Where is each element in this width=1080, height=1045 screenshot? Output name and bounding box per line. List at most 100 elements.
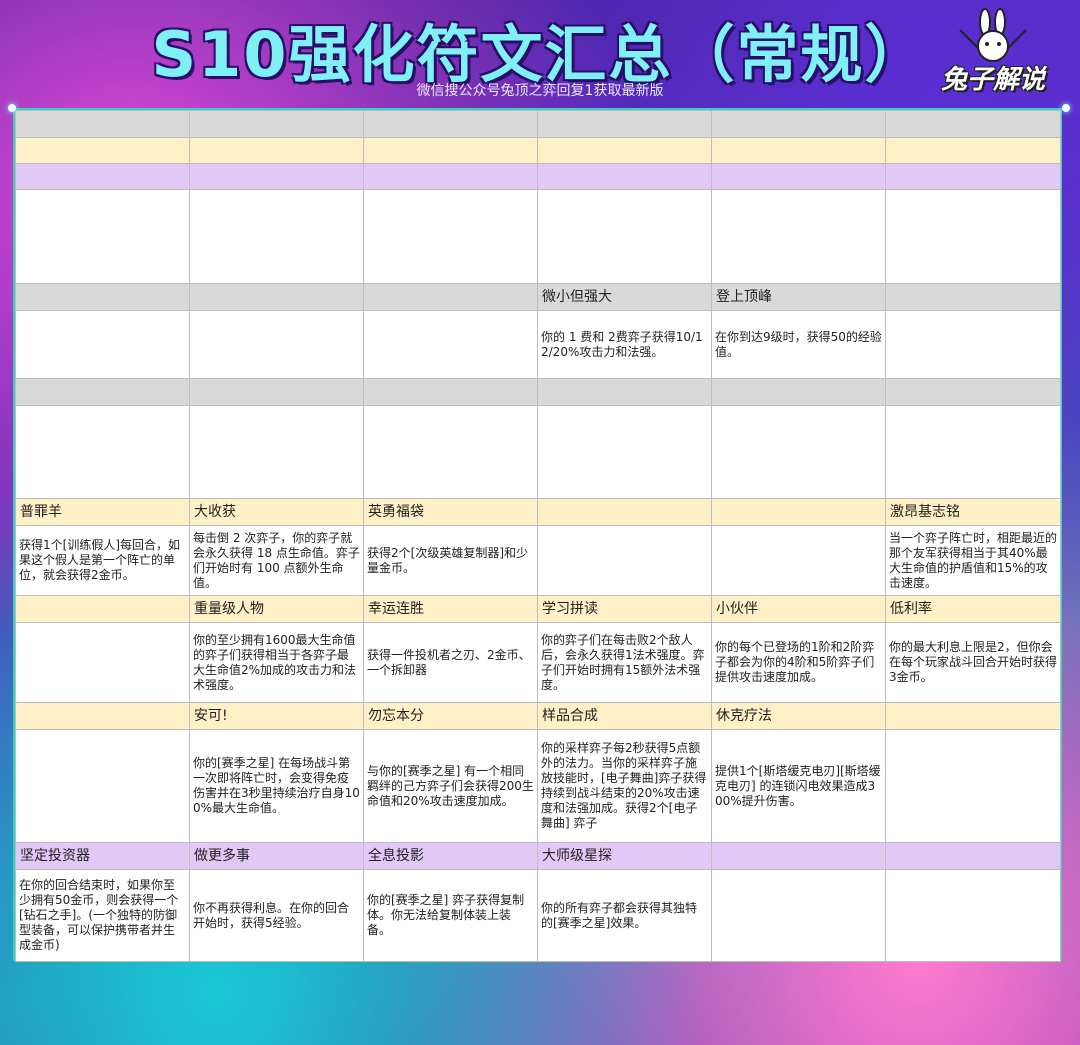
rune-name-cell	[885, 283, 1061, 311]
rune-description-row: 你的 1 费和 2费弈子获得10/12/20%攻击力和法强。 在你到达9级时，获得…	[15, 310, 1061, 379]
rune-description-cell: 获得2个[次级英雄复制器]和少量金币。	[363, 525, 538, 596]
rune-name-cell	[15, 163, 190, 190]
rune-name-row: 微小但强大 登上顶峰	[15, 283, 1061, 311]
rune-description-cell: 每击倒 2 次弈子，你的弈子就会永久获得 18 点生命值。弈子们开始时有 100…	[189, 525, 364, 596]
rune-description-cell: 你的最大利息上限是2，但你会在每个玩家战斗回合开始时获得3金币。	[885, 622, 1061, 703]
rune-description-cell	[885, 869, 1061, 962]
rune-description-cell: 你的[赛季之星] 弈子获得复制体。你无法给复制体装上装备。	[363, 869, 538, 962]
rune-description-cell: 你的[赛季之星] 在每场战斗第一次即将阵亡时，会变得免疫伤害并在3秒里持续治疗自…	[189, 729, 364, 843]
rune-description-row	[15, 405, 1061, 499]
rune-name-cell	[189, 283, 364, 311]
rune-description-cell: 你不再获得利息。在你的回合开始时，获得5经验。	[189, 869, 364, 962]
rune-name-cell	[15, 110, 190, 138]
rune-name-cell	[711, 137, 886, 164]
rune-description-cell: 在你的回合结束时，如果你至少拥有50金币，则会获得一个[钻石之手]。(一个独特的…	[15, 869, 190, 962]
rune-name-row	[15, 378, 1061, 406]
rune-description-row: 你的至少拥有1600最大生命值的弈子们获得相当于各弈子最大生命值2%加成的攻击力…	[15, 622, 1061, 703]
rune-name-cell	[711, 378, 886, 406]
rune-name-cell: 样品合成	[537, 702, 712, 730]
rune-description-cell: 你的每个已登场的1阶和2阶弈子都会为你的4阶和5阶弈子们提供攻击速度加成。	[711, 622, 886, 703]
rune-name-cell	[537, 378, 712, 406]
rune-description-cell	[537, 525, 712, 596]
rune-description-cell: 提供1个[斯塔缓克电刃][斯塔缓克电刃] 的连锁闪电效果造成300%提升伤害。	[711, 729, 886, 843]
rune-description-row: 你的[赛季之星] 在每场战斗第一次即将阵亡时，会变得免疫伤害并在3秒里持续治疗自…	[15, 729, 1061, 843]
page-subtitle: 微信搜公众号兔顶之弈回复1获取最新版	[416, 83, 664, 99]
rune-name-cell	[189, 137, 364, 164]
rune-description-cell	[885, 729, 1061, 843]
rune-name-cell	[711, 498, 886, 526]
rune-name-cell: 低利率	[885, 595, 1061, 623]
rune-name-cell	[885, 702, 1061, 730]
rune-description-row: 获得1个[训练假人]每回合，如果这个假人是第一个阵亡的单位，就会获得2金币。 每击…	[15, 525, 1061, 596]
rune-description-cell: 在你到达9级时，获得50的经验值。	[711, 310, 886, 379]
rune-description-cell	[15, 405, 190, 499]
rune-description-cell	[363, 189, 538, 284]
rune-name-cell	[363, 378, 538, 406]
rune-name-cell: 重量级人物	[189, 595, 364, 623]
rune-name-cell: 休克疗法	[711, 702, 886, 730]
rune-description-cell	[711, 189, 886, 284]
rune-description-row: 在你的回合结束时，如果你至少拥有50金币，则会获得一个[钻石之手]。(一个独特的…	[15, 869, 1061, 962]
rune-name-cell: 学习拼读	[537, 595, 712, 623]
rune-name-cell	[885, 163, 1061, 190]
rune-name-cell: 激昂基志铭	[885, 498, 1061, 526]
rune-name-cell	[537, 137, 712, 164]
rune-name-cell	[15, 702, 190, 730]
rune-description-cell	[885, 405, 1061, 499]
rune-description-cell	[363, 310, 538, 379]
rune-name-cell: 全息投影	[363, 842, 538, 870]
rune-name-cell: 普罪羊	[15, 498, 190, 526]
rune-description-cell	[15, 189, 190, 284]
rune-name-cell	[711, 110, 886, 138]
rune-name-cell	[363, 110, 538, 138]
rune-name-cell	[15, 378, 190, 406]
rune-name-cell: 微小但强大	[537, 283, 712, 311]
rune-description-cell	[15, 622, 190, 703]
rune-description-cell	[189, 310, 364, 379]
rune-name-cell	[189, 378, 364, 406]
rune-name-cell	[885, 137, 1061, 164]
rune-name-cell	[537, 110, 712, 138]
rune-name-row: 坚定投资器 做更多事 全息投影 大师级星探	[15, 842, 1061, 870]
rune-name-cell: 坚定投资器	[15, 842, 190, 870]
rune-table: 微小但强大 登上顶峰 你的 1 费和 2费弈子获得10/12/20%攻击力和法强。在…	[15, 110, 1061, 962]
rune-name-cell	[363, 137, 538, 164]
rune-description-cell	[15, 310, 190, 379]
rune-name-row: 安可! 勿忘本分 样品合成 休克疗法	[15, 702, 1061, 730]
rune-description-cell	[15, 729, 190, 843]
rune-description-cell: 与你的[赛季之星] 有一个相同羁绊的己方弈子们会获得200生命值和20%攻击速度…	[363, 729, 538, 843]
rune-description-cell	[189, 405, 364, 499]
rune-description-cell	[363, 405, 538, 499]
rune-name-row	[15, 137, 1061, 164]
rune-name-cell	[885, 378, 1061, 406]
rune-name-cell	[885, 842, 1061, 870]
rune-description-cell	[537, 405, 712, 499]
rune-name-row: 普罪羊 大收获 英勇福袋 激昂基志铭	[15, 498, 1061, 526]
rune-description-row	[15, 189, 1061, 284]
rune-description-cell	[885, 310, 1061, 379]
rune-name-cell	[189, 110, 364, 138]
rune-name-cell	[15, 283, 190, 311]
rune-description-cell: 获得1个[训练假人]每回合，如果这个假人是第一个阵亡的单位，就会获得2金币。	[15, 525, 190, 596]
rune-name-cell	[15, 137, 190, 164]
rune-name-cell	[15, 595, 190, 623]
rune-description-cell: 你的 1 费和 2费弈子获得10/12/20%攻击力和法强。	[537, 310, 712, 379]
rune-name-cell: 小伙伴	[711, 595, 886, 623]
rune-name-cell	[537, 498, 712, 526]
rune-name-cell	[537, 163, 712, 190]
rune-name-cell: 做更多事	[189, 842, 364, 870]
rune-description-cell: 获得一件投机者之刃、2金币、一个拆卸器	[363, 622, 538, 703]
rune-name-row	[15, 110, 1061, 138]
rune-name-cell	[189, 163, 364, 190]
rune-name-cell: 登上顶峰	[711, 283, 886, 311]
rune-name-cell: 大师级星探	[537, 842, 712, 870]
brand-logo: 兔子解说	[938, 8, 1048, 98]
rune-name-cell	[711, 842, 886, 870]
rune-description-cell	[537, 189, 712, 284]
rune-name-cell	[885, 110, 1061, 138]
rune-name-cell: 幸运连胜	[363, 595, 538, 623]
rune-description-cell: 当一个弈子阵亡时，相距最近的那个友军获得相当于其40%最大生命值的护盾值和15%…	[885, 525, 1061, 596]
rune-description-cell	[711, 525, 886, 596]
rune-name-cell: 大收获	[189, 498, 364, 526]
rune-name-cell	[363, 163, 538, 190]
